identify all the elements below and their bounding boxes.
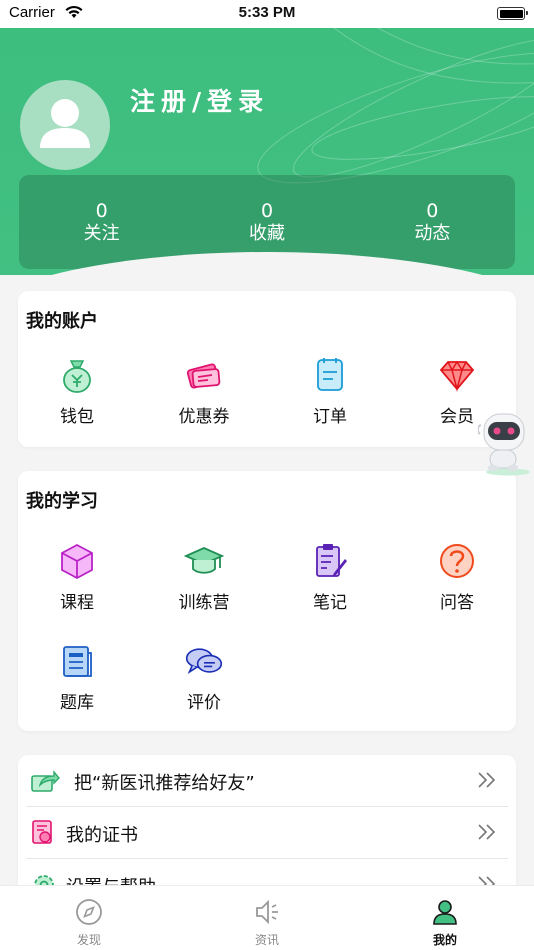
tab-label: 发现 (76, 933, 101, 947)
double-chevron-right-icon (478, 824, 496, 840)
course-button[interactable]: 课程 (15, 541, 139, 613)
login-register-link[interactable]: 注册/登录 (130, 82, 269, 118)
speaker-icon (256, 899, 278, 925)
coupon-button[interactable]: 优惠券 (142, 355, 266, 427)
notes-icon (316, 544, 347, 577)
review-button[interactable]: 评价 (142, 641, 266, 713)
clock: 5:33 PM (238, 4, 296, 21)
diamond-icon (439, 360, 475, 392)
grid-item-label: 订单 (313, 407, 347, 427)
grid-item-label: 优惠券 (178, 407, 230, 427)
graduation-cap-icon (184, 547, 224, 574)
tab-mine[interactable]: 我的 (400, 886, 490, 948)
avatar[interactable] (20, 80, 110, 170)
account-card: 我的账户 钱包 优惠券 订单 会员 (18, 291, 516, 447)
grid-item-label: 钱包 (60, 407, 94, 427)
default-avatar-icon (40, 99, 90, 148)
robot-assistant-icon[interactable] (478, 408, 534, 476)
notes-button[interactable]: 笔记 (268, 541, 392, 613)
learning-card: 我的学习 课程 训练营 笔记 问答 题库 评价 (18, 471, 516, 731)
training-camp-button[interactable]: 训练营 (142, 541, 266, 613)
wallet-button[interactable]: 钱包 (15, 355, 139, 427)
tab-label: 资讯 (254, 933, 279, 947)
account-title: 我的账户 (26, 311, 98, 332)
stat-following[interactable]: 0 关注 (19, 175, 184, 269)
grid-item-label: 问答 (440, 593, 474, 613)
question-bank-icon (63, 646, 92, 677)
grid-item-label: 笔记 (313, 593, 347, 613)
grid-item-label: 评价 (187, 693, 221, 713)
stat-label: 收藏 (248, 223, 285, 244)
tab-bar: 发现 资讯 我的 (0, 885, 534, 950)
grid-item-label: 题库 (60, 693, 94, 713)
double-chevron-right-icon (478, 772, 496, 788)
row-label: 我的证书 (66, 825, 138, 846)
stat-label: 动态 (414, 223, 451, 244)
recommend-to-friend-row[interactable]: 把“新医讯推荐给好友” (26, 755, 508, 807)
certificate-row[interactable]: 我的证书 (26, 807, 508, 859)
stat-label: 关注 (83, 223, 120, 244)
tab-label: 我的 (432, 933, 457, 947)
wallet-icon (63, 360, 91, 393)
person-icon (433, 900, 457, 925)
chat-bubbles-icon (185, 648, 223, 674)
stat-value: 0 (260, 200, 274, 222)
cube-icon (61, 543, 93, 580)
grid-item-label: 训练营 (178, 593, 230, 613)
order-button[interactable]: 订单 (268, 355, 392, 427)
profile-header: 注册/登录 0 关注 0 收藏 0 动态 (0, 28, 534, 275)
question-bank-button[interactable]: 题库 (15, 641, 139, 713)
row-label: 把“新医讯推荐给好友” (74, 773, 255, 794)
stat-value: 0 (426, 200, 439, 222)
certificate-icon (32, 820, 52, 844)
compass-icon (76, 899, 102, 925)
question-icon (440, 544, 474, 578)
share-icon (31, 770, 60, 792)
stat-activity[interactable]: 0 动态 (350, 175, 515, 269)
battery-icon (497, 7, 528, 20)
tab-discover[interactable]: 发现 (44, 886, 134, 948)
learning-title: 我的学习 (26, 491, 98, 512)
order-icon (317, 358, 343, 391)
qa-button[interactable]: 问答 (395, 541, 519, 613)
stat-value: 0 (95, 200, 108, 222)
status-bar: Carrier 5:33 PM (0, 0, 534, 28)
coupon-icon (186, 363, 221, 389)
tab-news[interactable]: 资讯 (222, 886, 312, 948)
grid-item-label: 课程 (60, 593, 94, 613)
